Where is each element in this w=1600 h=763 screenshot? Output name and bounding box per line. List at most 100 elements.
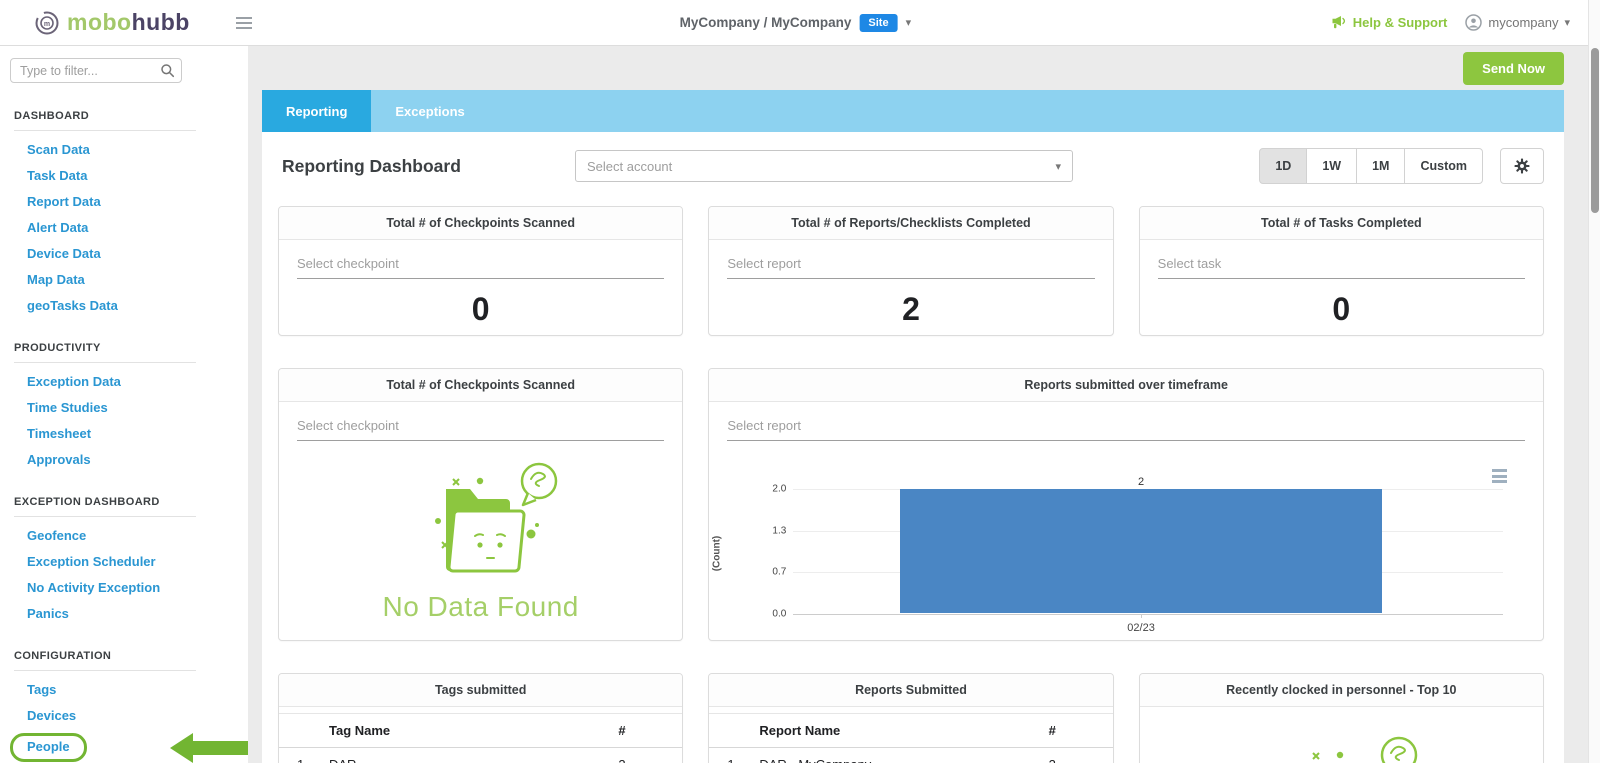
report-select[interactable]: Select report	[727, 414, 1525, 441]
sidebar-item-panics[interactable]: Panics	[27, 605, 248, 623]
mobohubb-logo-icon: m	[34, 10, 60, 36]
tags-submitted-card: Tags submitted Tag Name # 1 DAR 2	[278, 673, 683, 763]
chevron-down-icon: ▾	[1564, 16, 1570, 29]
no-data-folder-icon	[1256, 733, 1426, 763]
sidebar-item-task-data[interactable]: Task Data	[27, 167, 248, 185]
sidebar-item-timesheet[interactable]: Timesheet	[27, 425, 248, 443]
y-axis-label: (Count)	[712, 531, 723, 575]
chart-context-menu-icon[interactable]	[1490, 467, 1509, 485]
checkpoint-select[interactable]: Select checkpoint	[297, 252, 664, 279]
sidebar-item-device-data[interactable]: Device Data	[27, 245, 248, 263]
table-row: 1 DAR 2	[279, 748, 682, 763]
checkpoint-select[interactable]: Select checkpoint	[297, 414, 664, 441]
y-tick: 1.3	[772, 525, 786, 536]
tab-bar: Reporting Exceptions	[262, 90, 1564, 132]
sidebar-item-people[interactable]: People	[27, 738, 70, 756]
sidebar-item-tags[interactable]: Tags	[27, 681, 248, 699]
checkpoints-scanned-card: Total # of Checkpoints Scanned Select ch…	[278, 368, 683, 641]
user-menu[interactable]: mycompany ▾	[1465, 14, 1570, 31]
card-title: Reports Submitted	[709, 674, 1112, 707]
card-title: Recently clocked in personnel - Top 10	[1140, 674, 1543, 707]
megaphone-icon	[1331, 15, 1347, 30]
mobohubb-logo[interactable]: m mobohubb	[34, 9, 190, 36]
task-select[interactable]: Select task	[1158, 252, 1525, 279]
sidebar-section-productivity: PRODUCTIVITY	[14, 342, 248, 354]
column-tag-name: Tag Name	[323, 714, 612, 748]
logo-text: mobohubb	[67, 9, 190, 36]
bar-value-label: 2	[1138, 476, 1144, 488]
sidebar-section-dashboard: DASHBOARD	[14, 110, 248, 122]
column-count: #	[1043, 714, 1113, 748]
tags-submitted-table: Tag Name # 1 DAR 2	[279, 713, 682, 763]
range-1w-button[interactable]: 1W	[1306, 148, 1357, 184]
account-select[interactable]: Select account ▾	[575, 150, 1073, 182]
sidebar-filter-input[interactable]	[10, 58, 182, 83]
sidebar-item-exception-scheduler[interactable]: Exception Scheduler	[27, 553, 248, 571]
recently-clocked-in-card: Recently clocked in personnel - Top 10	[1139, 673, 1544, 763]
timeframe-button-group: 1D 1W 1M Custom	[1259, 148, 1483, 184]
card-title: Total # of Checkpoints Scanned	[279, 207, 682, 240]
stat-value: 0	[297, 291, 664, 328]
sidebar-item-devices[interactable]: Devices	[27, 707, 248, 725]
bar-02-23[interactable]	[900, 489, 1383, 613]
sidebar-item-geotasks-data[interactable]: geoTasks Data	[27, 297, 248, 315]
stat-value: 0	[1158, 291, 1525, 328]
chevron-down-icon: ▾	[906, 16, 912, 29]
help-support-link[interactable]: Help & Support	[1331, 15, 1448, 30]
sidebar-item-scan-data[interactable]: Scan Data	[27, 141, 248, 159]
main-content: Send Now Reporting Exceptions Reporting …	[248, 46, 1600, 763]
sidebar-item-map-data[interactable]: Map Data	[27, 271, 248, 289]
tab-exceptions[interactable]: Exceptions	[371, 90, 488, 132]
sidebar-item-time-studies[interactable]: Time Studies	[27, 399, 248, 417]
user-avatar-icon	[1465, 14, 1482, 31]
vertical-scrollbar[interactable]	[1588, 0, 1600, 763]
people-highlight-arrow-icon	[170, 733, 248, 763]
scrollbar-thumb[interactable]	[1591, 48, 1599, 213]
company-site-selector[interactable]: MyCompany / MyCompany Site ▾	[680, 14, 912, 32]
page-title: Reporting Dashboard	[282, 156, 575, 177]
range-1d-button[interactable]: 1D	[1259, 148, 1307, 184]
no-data-message: No Data Found	[382, 591, 578, 623]
card-title: Total # of Checkpoints Scanned	[279, 369, 682, 402]
gear-icon	[1513, 157, 1531, 175]
card-title: Reports submitted over timeframe	[709, 369, 1543, 402]
stat-card-reports: Total # of Reports/Checklists Completed …	[708, 206, 1113, 336]
sidebar-section-configuration: CONFIGURATION	[14, 650, 248, 662]
send-now-button[interactable]: Send Now	[1463, 52, 1564, 85]
sidebar-item-no-activity-exception[interactable]: No Activity Exception	[27, 579, 248, 597]
no-data-folder-icon	[396, 459, 566, 581]
y-tick: 2.0	[772, 484, 786, 495]
x-tick: 02/23	[1127, 622, 1155, 634]
stat-card-checkpoints: Total # of Checkpoints Scanned Select ch…	[278, 206, 683, 336]
card-title: Total # of Tasks Completed	[1140, 207, 1543, 240]
card-title: Total # of Reports/Checklists Completed	[709, 207, 1112, 240]
column-count: #	[612, 714, 682, 748]
sidebar-item-alert-data[interactable]: Alert Data	[27, 219, 248, 237]
range-1m-button[interactable]: 1M	[1356, 148, 1405, 184]
table-row: 1 DAR - MyCompany 2	[709, 748, 1112, 763]
tab-reporting[interactable]: Reporting	[262, 90, 371, 132]
sidebar-item-exception-data[interactable]: Exception Data	[27, 373, 248, 391]
help-support-label: Help & Support	[1353, 15, 1448, 30]
breadcrumb: MyCompany / MyCompany	[680, 15, 852, 30]
reports-over-timeframe-card: Reports submitted over timeframe Select …	[708, 368, 1544, 641]
reports-submitted-table: Report Name # 1 DAR - MyCompany 2	[709, 713, 1112, 763]
user-menu-label: mycompany	[1488, 15, 1558, 30]
card-title: Tags submitted	[279, 674, 682, 707]
range-custom-button[interactable]: Custom	[1404, 148, 1483, 184]
settings-button[interactable]	[1500, 148, 1544, 184]
top-header: m mobohubb MyCompany / MyCompany Site ▾ …	[0, 0, 1600, 46]
column-report-name: Report Name	[753, 714, 1042, 748]
report-select[interactable]: Select report	[727, 252, 1094, 279]
sidebar-item-geofence[interactable]: Geofence	[27, 527, 248, 545]
chevron-down-icon: ▾	[1055, 160, 1061, 173]
y-tick: 0.0	[772, 609, 786, 620]
sidebar-toggle-icon[interactable]	[236, 17, 252, 29]
bar-chart: (Count) 2.0 1.3 0.7 0.0 2 02/23	[741, 455, 1511, 640]
sidebar-item-report-data[interactable]: Report Data	[27, 193, 248, 211]
account-select-placeholder: Select account	[587, 159, 672, 174]
sidebar-section-exception-dashboard: EXCEPTION DASHBOARD	[14, 496, 248, 508]
svg-text:m: m	[44, 21, 50, 28]
reports-submitted-card: Reports Submitted Report Name # 1 DAR - …	[708, 673, 1113, 763]
sidebar-item-approvals[interactable]: Approvals	[27, 451, 248, 469]
